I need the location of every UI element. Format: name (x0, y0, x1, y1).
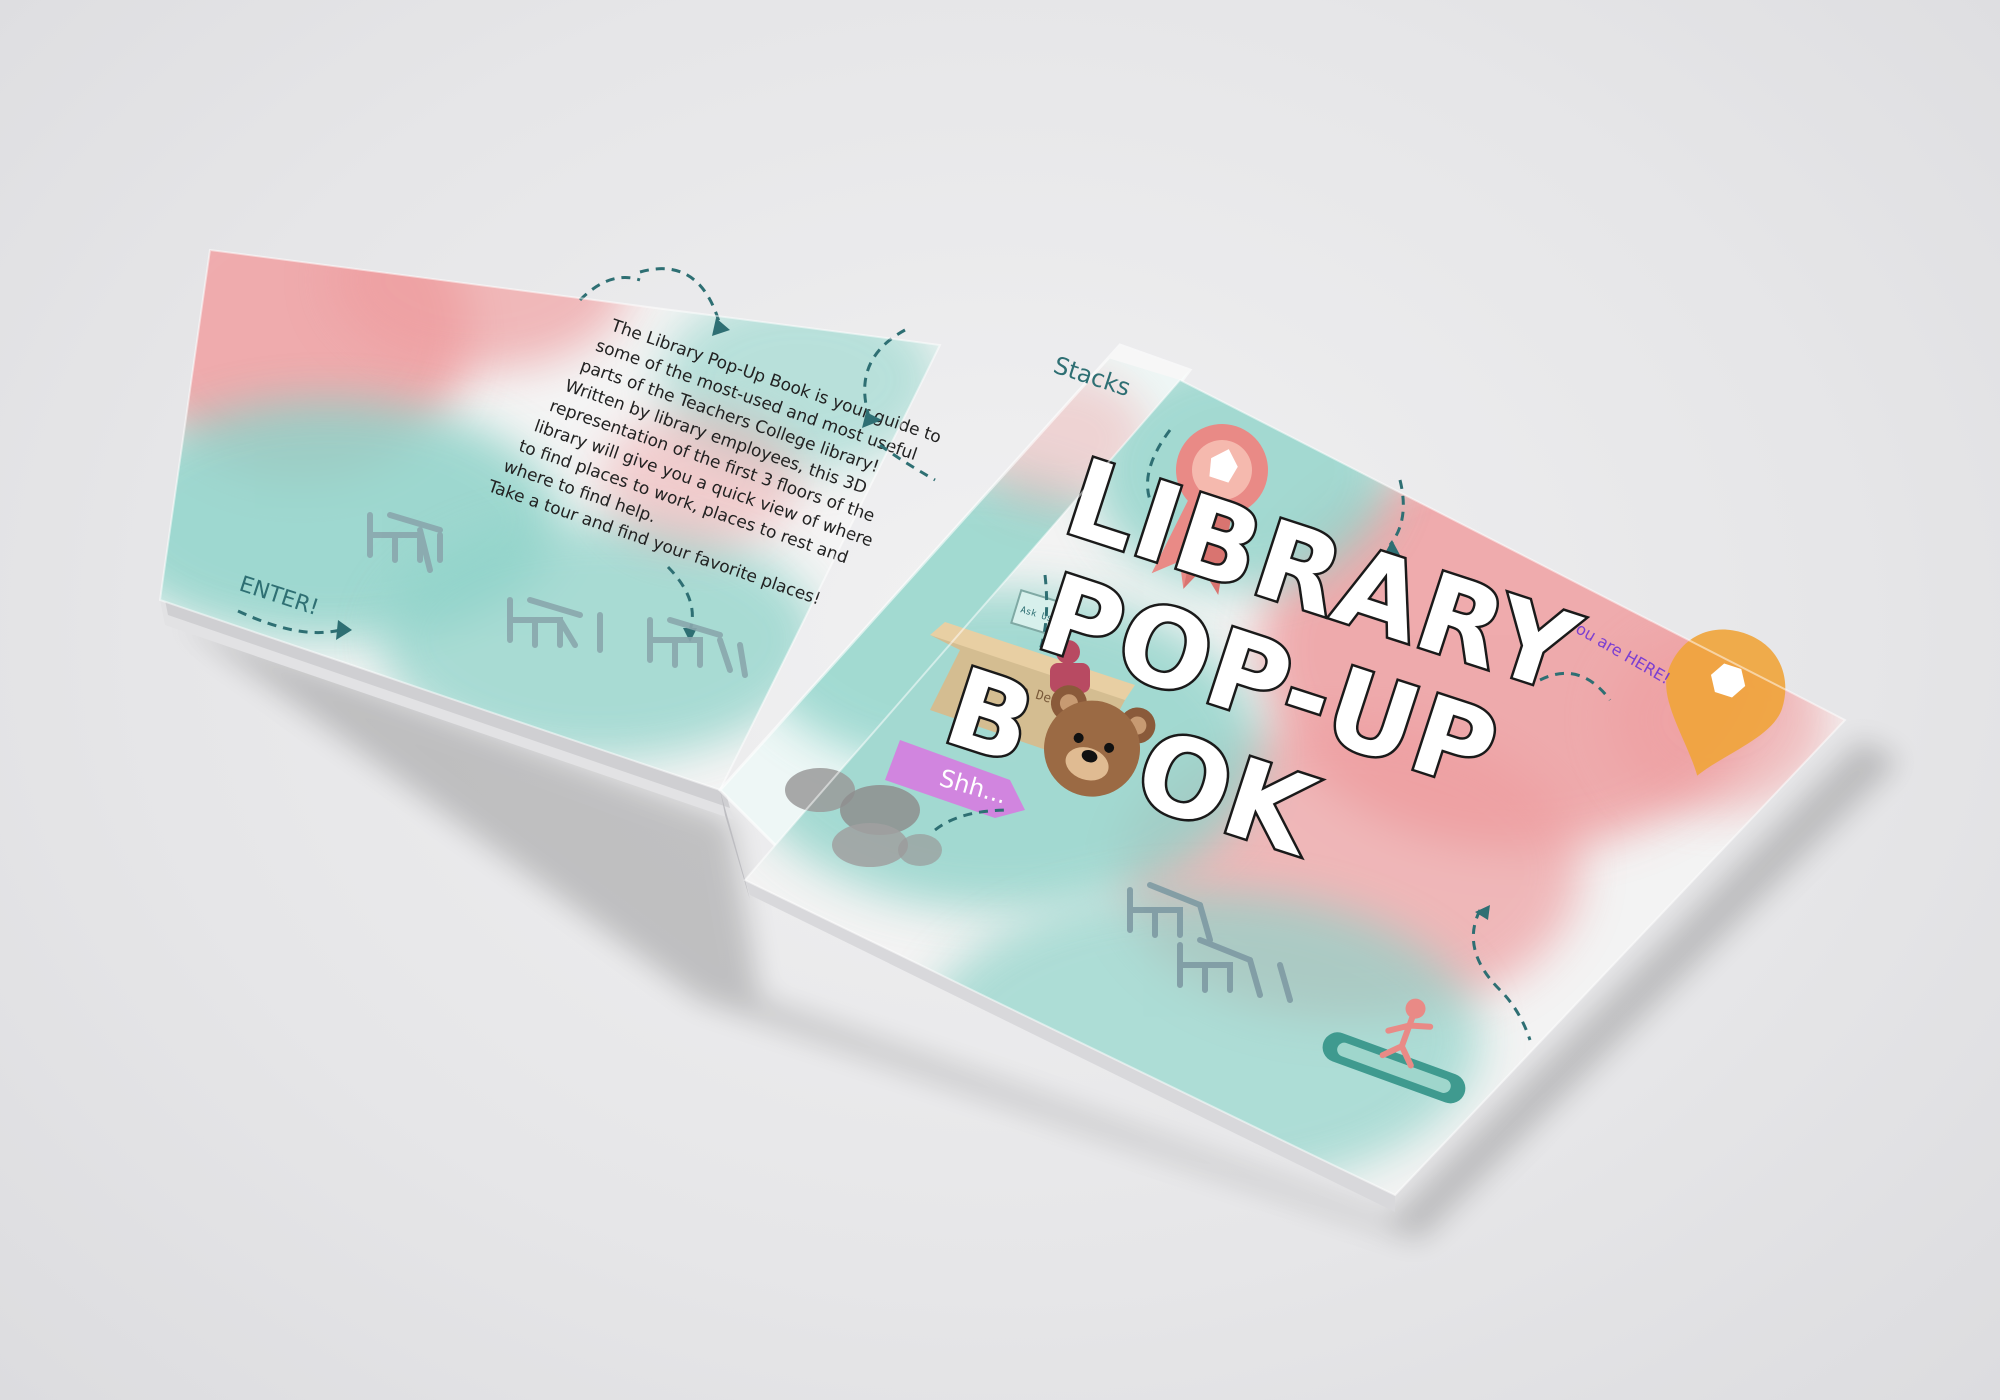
book-illustration: The Library Pop-Up Book is your guide to… (158, 248, 1900, 1240)
book-mockup-scene: The Library Pop-Up Book is your guide to… (0, 0, 2000, 1400)
